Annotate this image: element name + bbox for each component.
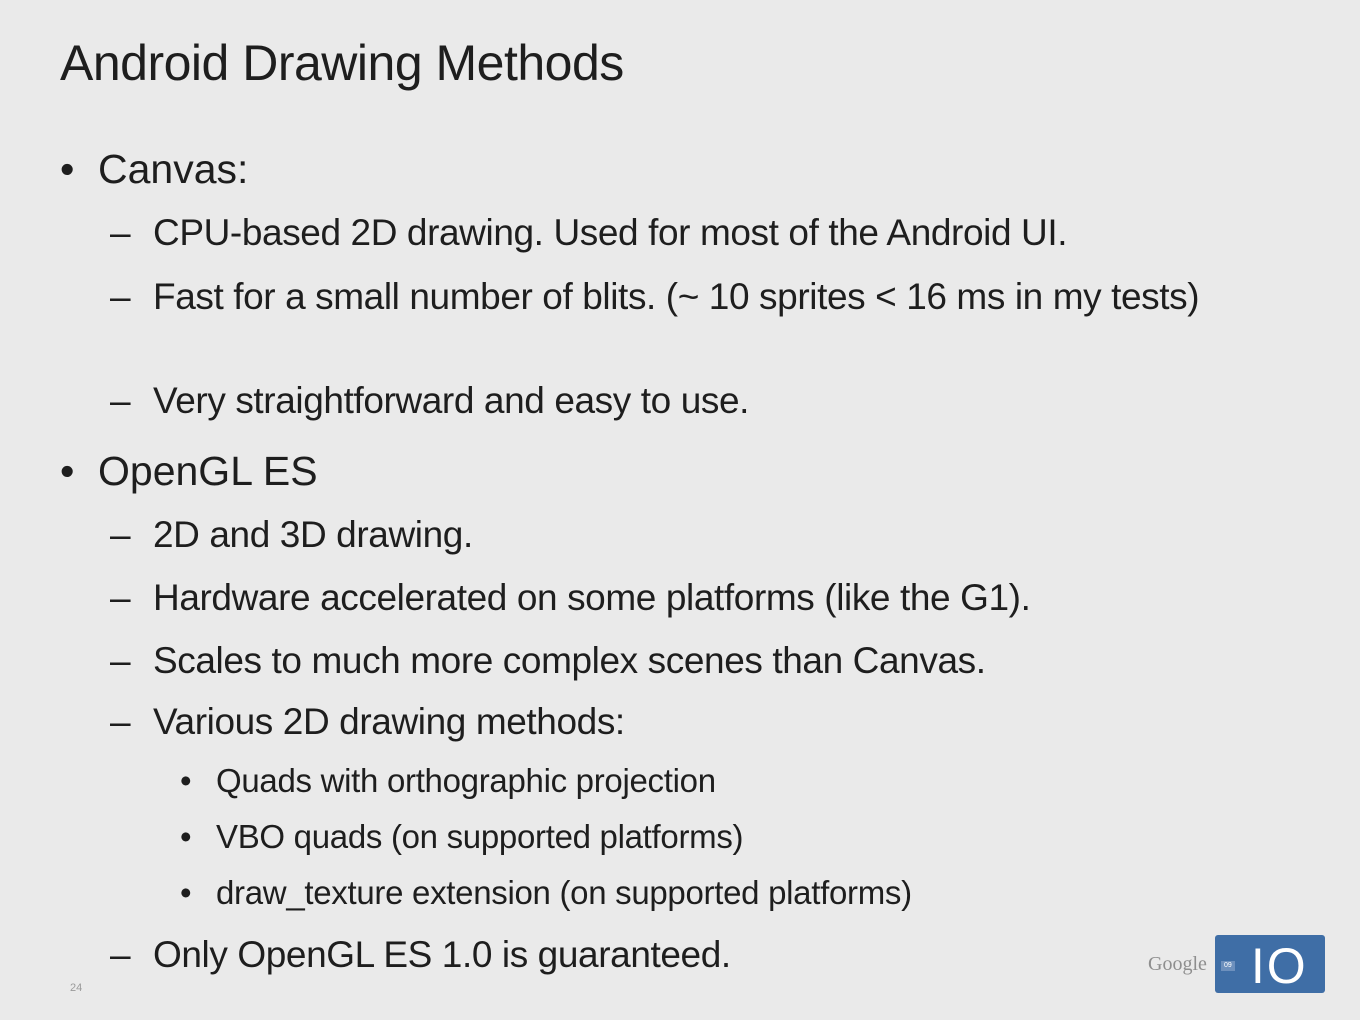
google-io-logo: Google 09 IO xyxy=(1148,934,1325,994)
dash-marker: – xyxy=(110,577,131,618)
sub-bullet-text: Very straightforward and easy to use. xyxy=(153,380,750,421)
sub-bullet-text: Fast for a small number of blits. (~ 10 … xyxy=(153,276,1200,317)
sub-bullet: – Fast for a small number of blits. (~ 1… xyxy=(110,276,1233,318)
dash-marker: – xyxy=(110,934,131,975)
bullet-canvas: • Canvas: xyxy=(60,146,248,193)
sub-sub-bullet-text: VBO quads (on supported platforms) xyxy=(216,818,744,855)
slide-number: 24 xyxy=(70,982,83,994)
google-wordmark: Google xyxy=(1148,952,1207,975)
io-logo-box: 09 IO xyxy=(1214,935,1325,994)
sub-bullet: – Scales to much more complex scenes tha… xyxy=(110,640,1233,682)
sub-bullet: – Very straightforward and easy to use. xyxy=(110,380,1233,422)
sub-bullet-text: Scales to much more complex scenes than … xyxy=(153,640,986,681)
dash-marker: – xyxy=(110,514,131,555)
bullet-marker: • xyxy=(60,448,75,494)
dash-marker: – xyxy=(110,701,131,742)
sub-bullet: – 2D and 3D drawing. xyxy=(110,514,1233,556)
sub-bullet: – Various 2D drawing methods: xyxy=(110,701,1233,743)
io-wordmark: IO xyxy=(1250,938,1308,994)
sub-bullet: – Only OpenGL ES 1.0 is guaranteed. xyxy=(110,934,1233,976)
sub-bullet-text: 2D and 3D drawing. xyxy=(153,514,473,555)
dash-marker: – xyxy=(110,640,131,681)
bullet-text: OpenGL ES xyxy=(98,448,318,494)
bullet-marker: • xyxy=(180,762,192,799)
sub-bullet-text: Various 2D drawing methods: xyxy=(153,701,625,742)
bullet-marker: • xyxy=(180,818,192,855)
sub-bullet: – CPU-based 2D drawing. Used for most of… xyxy=(110,212,1233,254)
sub-sub-bullet: • Quads with orthographic projection xyxy=(180,762,716,800)
dash-marker: – xyxy=(110,276,131,317)
slide: Android Drawing Methods • Canvas: – CPU-… xyxy=(0,0,1360,1020)
sub-bullet-text: Only OpenGL ES 1.0 is guaranteed. xyxy=(153,934,731,975)
slide-title: Android Drawing Methods xyxy=(60,35,624,91)
dash-marker: – xyxy=(110,380,131,421)
io-year-badge: 09 xyxy=(1220,961,1235,971)
dash-marker: – xyxy=(110,212,131,253)
bullet-marker: • xyxy=(180,874,192,911)
sub-sub-bullet: • draw_texture extension (on supported p… xyxy=(180,874,912,912)
sub-bullet-text: Hardware accelerated on some platforms (… xyxy=(153,577,1031,618)
bullet-marker: • xyxy=(60,146,75,192)
bullet-text: Canvas: xyxy=(98,146,249,192)
sub-sub-bullet-text: draw_texture extension (on supported pla… xyxy=(216,874,912,911)
bullet-opengl-es: • OpenGL ES xyxy=(60,448,318,495)
sub-bullet: – Hardware accelerated on some platforms… xyxy=(110,577,1233,619)
sub-bullet-text: CPU-based 2D drawing. Used for most of t… xyxy=(153,212,1068,253)
sub-sub-bullet: • VBO quads (on supported platforms) xyxy=(180,818,744,856)
sub-sub-bullet-text: Quads with orthographic projection xyxy=(216,762,716,799)
